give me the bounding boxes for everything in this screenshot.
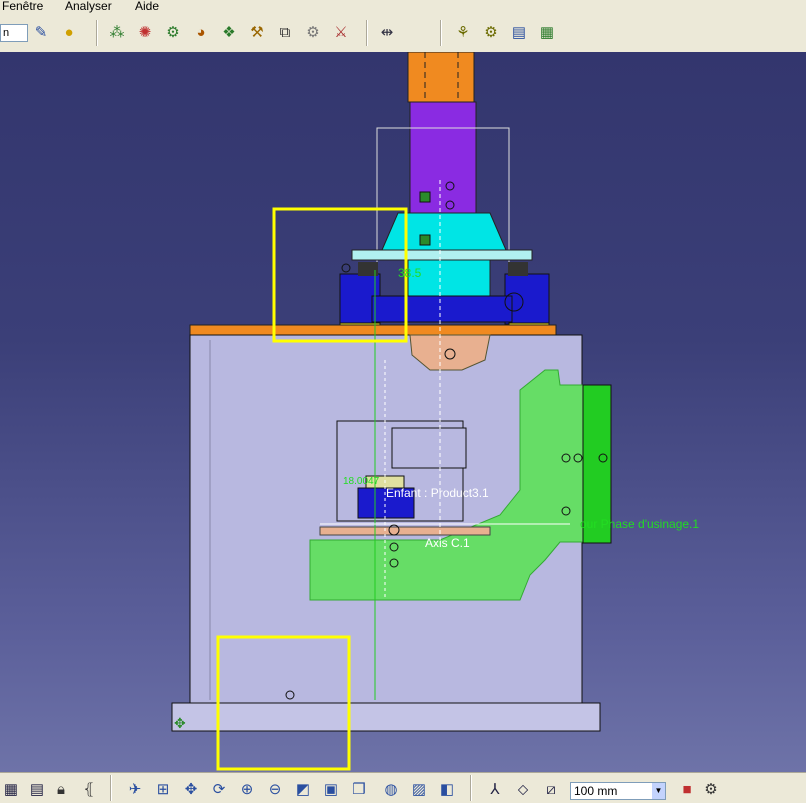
brush-icon[interactable]: ✎ xyxy=(30,22,52,44)
anchor-marker xyxy=(419,234,431,246)
fit-all-icon[interactable]: ⊞ xyxy=(152,778,174,800)
views-icon[interactable]: ▣ xyxy=(320,778,342,800)
tools-icon[interactable]: ⚔ xyxy=(330,22,352,44)
measure-tool-icon[interactable]: ⧄ xyxy=(540,778,562,800)
toolbar-separator xyxy=(470,775,472,801)
film-icon[interactable]: ▦ xyxy=(536,22,558,44)
nc-output-icon[interactable]: ▤ xyxy=(508,22,530,44)
plane-icon[interactable]: ⬦ xyxy=(512,778,534,800)
table-icon[interactable]: ▤ xyxy=(26,778,48,800)
chevron-down-icon[interactable]: ▼ xyxy=(652,783,665,799)
measure-icon[interactable]: ⇹ xyxy=(376,22,398,44)
child-product-label: Enfant : Product3.1 xyxy=(386,486,489,500)
sphere-icon[interactable]: ● xyxy=(58,22,80,44)
machine-base xyxy=(171,702,601,732)
machining-phase-label: our Phase d'usinage.1 xyxy=(580,517,700,531)
menu-aide[interactable]: Aide xyxy=(135,0,159,12)
fly-icon[interactable]: ✈ xyxy=(124,778,146,800)
cyan-plate xyxy=(351,249,533,261)
shading-icon[interactable]: ◍ xyxy=(380,778,402,800)
anchor-marker xyxy=(419,191,431,203)
hide-show-icon[interactable]: ▨ xyxy=(408,778,430,800)
toolbar-separator xyxy=(440,20,442,46)
zoom-in-icon[interactable]: ⊕ xyxy=(236,778,258,800)
options-icon[interactable]: ⚙ xyxy=(700,778,722,800)
toolbar-separator xyxy=(110,775,112,801)
spindle-column xyxy=(407,52,475,103)
lock-icon[interactable]: 🔒︎ xyxy=(50,778,72,800)
cyan-flange xyxy=(381,212,507,251)
zoom-out-icon[interactable]: ⊖ xyxy=(264,778,286,800)
dimension-label-2: 18.0047 xyxy=(343,476,380,487)
table-top xyxy=(189,324,557,336)
pan-icon[interactable]: ✥ xyxy=(180,778,202,800)
point-marker xyxy=(341,263,351,273)
frames-icon[interactable]: ⧉ xyxy=(274,22,296,44)
gear-icon[interactable]: ⚙ xyxy=(162,22,184,44)
menu-fenetre[interactable]: Fenêtre xyxy=(2,0,43,12)
settings-icon[interactable]: ⚙ xyxy=(302,22,324,44)
grid-icon[interactable]: ▦ xyxy=(0,778,22,800)
toolbar-separator xyxy=(96,20,98,46)
wheel-icon[interactable]: ✺ xyxy=(134,22,156,44)
replay-icon[interactable]: ⚙ xyxy=(480,22,502,44)
cube-gear-icon[interactable]: ⚒ xyxy=(246,22,268,44)
stop-icon[interactable]: ■ xyxy=(676,778,698,800)
spring xyxy=(508,262,528,276)
3d-viewport[interactable]: ✥ 38.5 Enfant : Product3.1 our Phase d'u… xyxy=(0,52,806,772)
view-toolbar: ▦ ▤ 🔒︎ ⦃ ✈ ⊞ ✥ ⟳ ⊕ ⊖ ◩ ▣ ❒ ◍ ▨ ◧ ⅄ ⬦ ⧄ 1… xyxy=(0,772,806,803)
rotate-icon[interactable]: ⟳ xyxy=(208,778,230,800)
tool-path-icon[interactable]: ⚘ xyxy=(452,22,474,44)
toolbar-separator xyxy=(366,20,368,46)
blue-base xyxy=(371,295,513,323)
puzzle-icon[interactable]: ❖ xyxy=(218,22,240,44)
pie-icon[interactable]: ◕ xyxy=(190,22,212,44)
geometry-canvas: ✥ xyxy=(171,52,612,771)
dimension-label: 38.5 xyxy=(398,266,422,280)
left-combo[interactable]: n xyxy=(0,24,28,42)
axis-label: Axis C.1 xyxy=(425,536,470,550)
swap-space-icon[interactable]: ◧ xyxy=(436,778,458,800)
menu-analyser[interactable]: Analyser xyxy=(65,0,112,12)
inner-slot xyxy=(391,427,467,469)
compass-icon: ✥ xyxy=(174,716,186,732)
rail xyxy=(319,526,491,536)
main-toolbar: n ✎ ● ⁂ ✺ ⚙ ◕ ❖ ⚒ ⧉ ⚙ ⚔ ⇹ ⚘ ⚙ ▤ ▦ xyxy=(0,14,806,53)
axis-system-icon[interactable]: ⅄ xyxy=(484,778,506,800)
formula-icon[interactable]: ⦃ xyxy=(78,778,100,800)
cube-icon[interactable]: ❒ xyxy=(348,778,370,800)
menu-bar: Fenêtre Analyser Aide xyxy=(0,0,806,14)
catalog-icon[interactable]: ⁂ xyxy=(106,22,128,44)
normal-view-icon[interactable]: ◩ xyxy=(292,778,314,800)
